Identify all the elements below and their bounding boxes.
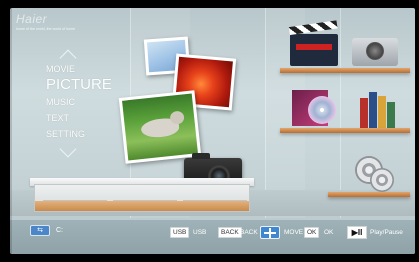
usb-drive-icon[interactable]: ⇆ <box>30 225 50 236</box>
menu-item-music[interactable]: MUSIC <box>46 97 75 107</box>
dog-photo-image <box>122 93 198 161</box>
brand-logo: Haier <box>16 12 48 26</box>
photo-thumbnail <box>118 90 202 164</box>
brand-tagline: home of the world, the world of home <box>16 27 76 31</box>
move-key-label: MOVE <box>284 229 304 236</box>
book-spine <box>360 98 368 128</box>
usb-key-label: USB <box>193 229 207 236</box>
clapperboard-icon <box>288 20 338 66</box>
dog-head <box>169 110 185 125</box>
books-icon <box>360 88 400 128</box>
usb-key[interactable]: USB <box>170 227 190 238</box>
book-spine <box>387 102 395 128</box>
camera-top <box>192 153 210 159</box>
glass-divider <box>340 8 341 218</box>
cabinet-wood-base <box>35 201 249 211</box>
media-center-screen: Haier home of the world, the world of ho… <box>0 0 419 262</box>
cabinet-door <box>43 191 107 201</box>
ok-key[interactable]: OK <box>304 227 320 238</box>
move-arrows-icon[interactable] <box>260 226 280 239</box>
play-pause-key[interactable]: ▶II <box>347 226 367 239</box>
menu-item-picture[interactable]: PICTURE <box>46 76 112 93</box>
wall-shelf <box>280 68 410 73</box>
menu-item-text[interactable]: TEXT <box>46 113 69 123</box>
ok-key-label: OK <box>324 229 334 236</box>
cd-disc-icon <box>308 96 336 124</box>
camera-lens <box>366 42 384 60</box>
cabinet-door <box>113 191 177 201</box>
move-arrow-vertical <box>269 228 271 238</box>
wall-shelf <box>280 128 410 133</box>
cabinet-door <box>183 191 247 201</box>
chevron-down-icon[interactable] <box>59 140 77 158</box>
drive-label: C: <box>56 227 63 234</box>
screen-edge <box>10 8 12 254</box>
camera-icon <box>352 38 398 66</box>
room-background: Haier home of the world, the world of ho… <box>10 8 415 254</box>
menu-item-setting[interactable]: SETTING <box>46 129 85 139</box>
clapper-stripe <box>296 44 332 50</box>
book-spine <box>369 92 377 128</box>
menu-item-movie[interactable]: MOVIE <box>46 64 75 74</box>
wall-shelf <box>328 192 410 197</box>
book-spine <box>378 96 386 128</box>
glass-divider <box>265 8 266 218</box>
gear-icon <box>370 168 394 192</box>
back-key-label: BACK <box>240 229 258 236</box>
play-pause-label: Play/Pause <box>370 229 403 236</box>
tv-cabinet <box>34 184 250 212</box>
back-key[interactable]: BACK <box>218 227 242 238</box>
